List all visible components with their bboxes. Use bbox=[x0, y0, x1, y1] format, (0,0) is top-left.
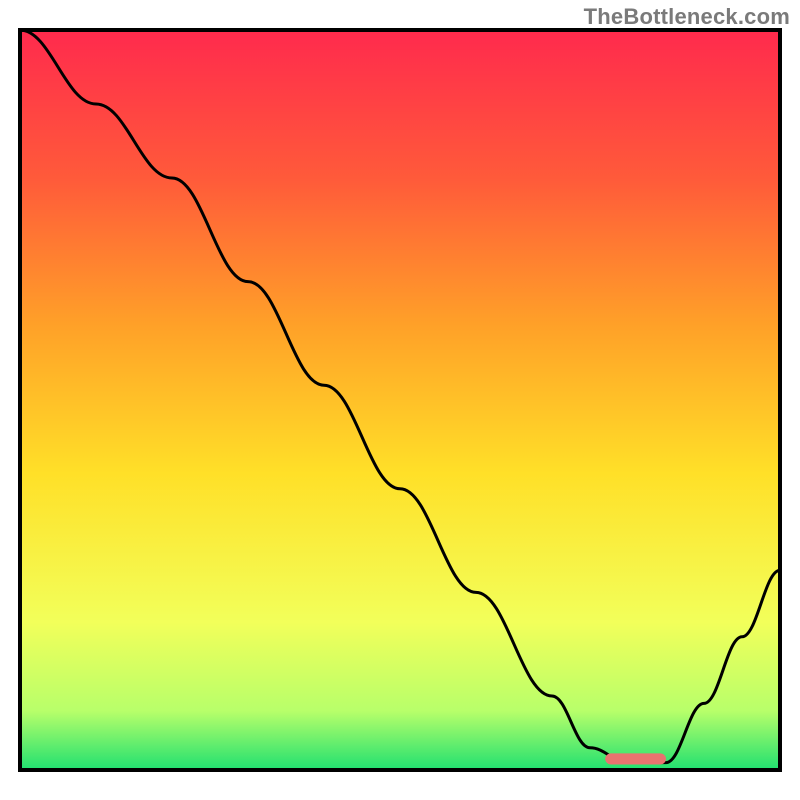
bottleneck-chart bbox=[0, 0, 800, 800]
optimum-marker bbox=[605, 753, 666, 764]
